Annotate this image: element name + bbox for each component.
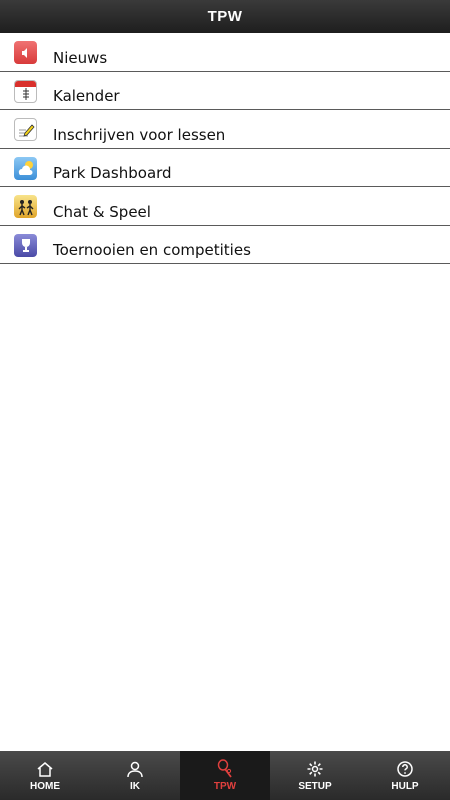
- menu-list: Nieuws Kalender Inschrijven voor lessen …: [0, 33, 450, 264]
- speaker-icon: [14, 41, 37, 64]
- tab-home[interactable]: HOME: [0, 751, 90, 800]
- tab-label: HULP: [391, 781, 419, 792]
- help-icon: [395, 759, 415, 779]
- edit-icon: [14, 118, 37, 141]
- menu-item-label: Kalender: [53, 87, 120, 105]
- top-bar: TPW: [0, 0, 450, 33]
- tab-hulp[interactable]: HULP: [360, 751, 450, 800]
- menu-item-label: Nieuws: [53, 48, 108, 67]
- trophy-icon: [14, 233, 37, 257]
- menu-item-kalender[interactable]: Kalender: [0, 72, 450, 110]
- menu-item-park-dashboard[interactable]: Park Dashboard: [0, 149, 450, 187]
- tennis-racket-icon: [215, 759, 235, 779]
- players-icon: [14, 195, 37, 218]
- menu-item-label: Park Dashboard: [53, 164, 172, 182]
- user-icon: [125, 759, 145, 779]
- menu-item-nieuws[interactable]: Nieuws: [0, 33, 450, 72]
- menu-item-toernooien[interactable]: Toernooien en competities: [0, 226, 450, 264]
- menu-item-label: Toernooien en competities: [53, 241, 251, 259]
- tab-label: IK: [130, 781, 140, 792]
- weather-icon: [14, 156, 37, 180]
- page-title: TPW: [207, 8, 243, 25]
- menu-item-chat-speel[interactable]: Chat & Speel: [0, 187, 450, 226]
- tab-setup[interactable]: SETUP: [270, 751, 360, 800]
- menu-item-label: Chat & Speel: [53, 202, 151, 221]
- gear-icon: [305, 759, 325, 779]
- menu-item-inschrijven[interactable]: Inschrijven voor lessen: [0, 110, 450, 149]
- menu-item-label: Inschrijven voor lessen: [53, 125, 226, 144]
- bottom-tab-bar: HOME IK TPW SETUP HULP: [0, 751, 450, 800]
- tab-ik[interactable]: IK: [90, 751, 180, 800]
- tab-label: TPW: [213, 781, 237, 792]
- home-icon: [35, 759, 55, 779]
- tab-label: SETUP: [298, 781, 332, 792]
- tab-label: HOME: [30, 781, 60, 792]
- calendar-icon: [14, 79, 37, 103]
- tab-tpw[interactable]: TPW: [180, 751, 270, 800]
